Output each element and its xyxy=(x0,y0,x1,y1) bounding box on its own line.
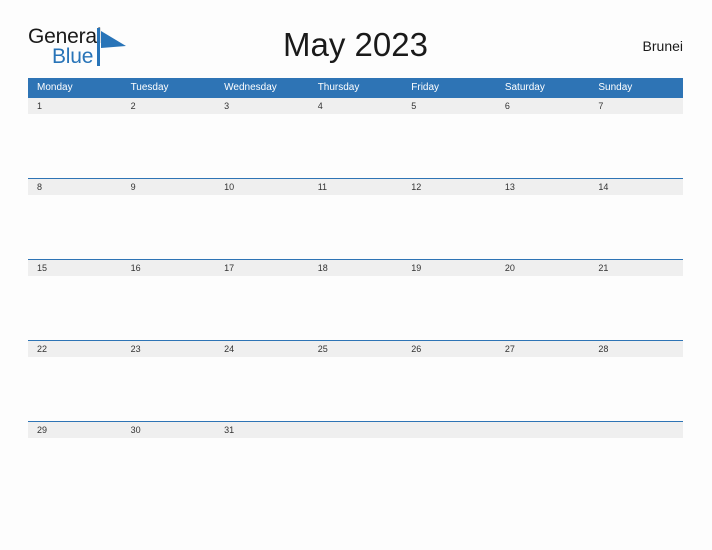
date-cell[interactable]: 10 xyxy=(215,179,309,195)
weekday-header-tuesday: Tuesday xyxy=(130,82,169,93)
date-cell[interactable]: 30 xyxy=(122,422,216,438)
date-cell[interactable]: 20 xyxy=(496,260,590,276)
country-label: Brunei xyxy=(642,38,683,54)
date-cell-empty xyxy=(496,422,590,438)
date-cell-empty xyxy=(589,422,683,438)
date-cell[interactable]: 28 xyxy=(589,341,683,357)
date-cell[interactable]: 5 xyxy=(402,98,496,114)
week-event-area[interactable] xyxy=(28,195,683,259)
week-date-band: 22 23 24 25 26 27 28 xyxy=(28,340,683,357)
date-cell[interactable]: 12 xyxy=(402,179,496,195)
date-cell[interactable]: 1 xyxy=(28,98,122,114)
calendar-week-row: 22 23 24 25 26 27 28 xyxy=(28,340,683,421)
week-date-band: 8 9 10 11 12 13 14 xyxy=(28,178,683,195)
week-event-area[interactable] xyxy=(28,438,683,502)
weekday-header-row: Monday Tuesday Wednesday Thursday Friday… xyxy=(28,78,683,97)
date-cell[interactable]: 15 xyxy=(28,260,122,276)
calendar-week-row: 1 2 3 4 5 6 7 xyxy=(28,97,683,178)
date-cell[interactable]: 29 xyxy=(28,422,122,438)
date-cell[interactable]: 14 xyxy=(589,179,683,195)
calendar-week-row: 29 30 31 xyxy=(28,421,683,502)
week-date-band: 1 2 3 4 5 6 7 xyxy=(28,97,683,114)
date-cell[interactable]: 3 xyxy=(215,98,309,114)
page-header: General Blue May 2023 Brunei xyxy=(28,22,683,74)
date-cell[interactable]: 4 xyxy=(309,98,403,114)
date-cell-empty xyxy=(402,422,496,438)
date-cell[interactable]: 2 xyxy=(122,98,216,114)
calendar-grid: Monday Tuesday Wednesday Thursday Friday… xyxy=(28,78,683,502)
week-date-band: 15 16 17 18 19 20 21 xyxy=(28,259,683,276)
date-cell[interactable]: 26 xyxy=(402,341,496,357)
calendar-week-row: 8 9 10 11 12 13 14 xyxy=(28,178,683,259)
date-cell[interactable]: 9 xyxy=(122,179,216,195)
date-cell[interactable]: 23 xyxy=(122,341,216,357)
date-cell[interactable]: 7 xyxy=(589,98,683,114)
date-cell[interactable]: 16 xyxy=(122,260,216,276)
week-event-area[interactable] xyxy=(28,276,683,340)
date-cell[interactable]: 22 xyxy=(28,341,122,357)
weekday-header-sunday: Sunday xyxy=(598,82,633,93)
date-cell[interactable]: 11 xyxy=(309,179,403,195)
date-cell[interactable]: 13 xyxy=(496,179,590,195)
date-cell[interactable]: 18 xyxy=(309,260,403,276)
weekday-header-thursday: Thursday xyxy=(317,82,360,93)
date-cell[interactable]: 27 xyxy=(496,341,590,357)
date-cell[interactable]: 17 xyxy=(215,260,309,276)
date-cell[interactable]: 19 xyxy=(402,260,496,276)
weekday-header-saturday: Saturday xyxy=(504,82,545,93)
date-cell[interactable]: 6 xyxy=(496,98,590,114)
weekday-header-friday: Friday xyxy=(411,82,440,93)
date-cell[interactable]: 21 xyxy=(589,260,683,276)
week-event-area[interactable] xyxy=(28,357,683,421)
date-cell[interactable]: 24 xyxy=(215,341,309,357)
date-cell[interactable]: 25 xyxy=(309,341,403,357)
calendar-week-row: 15 16 17 18 19 20 21 xyxy=(28,259,683,340)
page-title: May 2023 xyxy=(283,26,428,63)
weekday-header-wednesday: Wednesday xyxy=(224,82,277,93)
weekday-header-monday: Monday xyxy=(37,82,73,93)
week-date-band: 29 30 31 xyxy=(28,421,683,438)
date-cell-empty xyxy=(309,422,403,438)
week-event-area[interactable] xyxy=(28,114,683,178)
date-cell[interactable]: 31 xyxy=(215,422,309,438)
date-cell[interactable]: 8 xyxy=(28,179,122,195)
